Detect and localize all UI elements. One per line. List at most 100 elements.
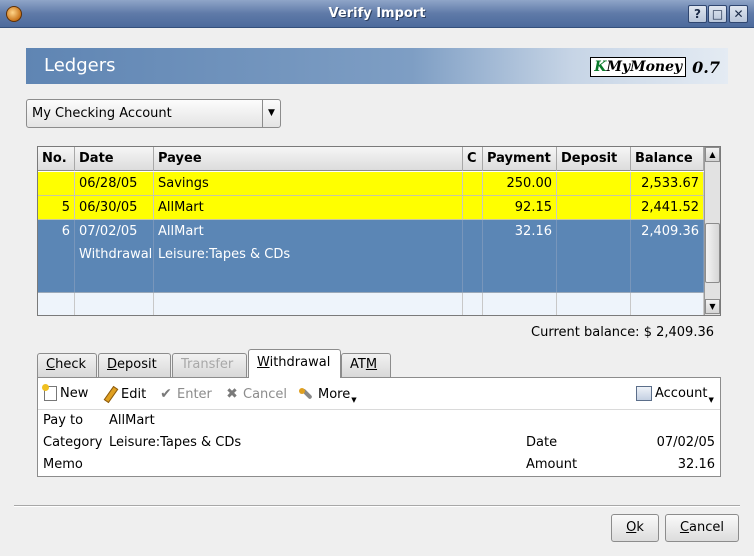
amount-label: Amount <box>526 457 578 472</box>
ok-button[interactable]: Ok <box>611 514 659 542</box>
memo-label: Memo <box>43 457 83 472</box>
title-bar: Verify Import ? □ ✕ <box>0 0 754 28</box>
tab-check-label: heck <box>55 357 86 372</box>
cell-payee: AllMart <box>154 196 463 219</box>
amount-field[interactable]: 32.16 <box>678 457 715 472</box>
column-header-cleared[interactable]: C <box>463 147 483 171</box>
account-select-value: My Checking Account <box>32 106 172 121</box>
edit-button[interactable]: Edit <box>102 386 146 402</box>
account-button[interactable]: Account ▼ <box>636 386 714 404</box>
help-button[interactable]: ? <box>688 5 707 23</box>
column-header-balance[interactable]: Balance <box>631 147 704 171</box>
cell-payment: 32.16 <box>483 220 557 292</box>
cell-no: 6 <box>38 220 75 292</box>
column-header-payment[interactable]: Payment <box>483 147 557 171</box>
cancel-edit-button-label: Cancel <box>243 386 288 402</box>
chevron-down-icon[interactable]: ▼ <box>262 100 280 127</box>
divider <box>14 505 740 507</box>
checkmark-icon: ✔ <box>160 386 172 402</box>
cell-date: 06/28/05 <box>75 172 154 195</box>
tab-deposit-mnemonic: D <box>107 357 118 372</box>
cell-date: 06/30/05 <box>75 196 154 219</box>
kmymoney-logo: KMyMoney 0.7 <box>590 56 720 78</box>
cell-empty <box>631 293 704 315</box>
tab-deposit[interactable]: Deposit <box>98 353 171 377</box>
ledger-icon <box>636 386 652 401</box>
table-row[interactable]: 5 06/30/05 AllMart 92.15 2,441.52 <box>38 196 704 220</box>
cell-type: Withdrawal <box>79 247 153 262</box>
scrollbar-thumb[interactable] <box>705 223 720 283</box>
ledger-table[interactable]: No. Date Payee C Payment Deposit Balance… <box>37 146 721 316</box>
tab-check-mnemonic: C <box>46 357 56 372</box>
cell-empty <box>154 293 463 315</box>
account-select[interactable]: My Checking Account ▼ <box>26 99 281 128</box>
tab-atm-mnemonic: M <box>365 357 378 372</box>
cell-payee-and-category: AllMart Leisure:Tapes & CDs <box>154 220 463 292</box>
tab-withdrawal-mnemonic: W <box>257 355 270 370</box>
scroll-up-icon[interactable]: ▲ <box>705 147 720 162</box>
cell-balance: 2,441.52 <box>631 196 704 219</box>
column-header-payee[interactable]: Payee <box>154 147 463 171</box>
tab-withdrawal[interactable]: Withdrawal <box>248 349 341 378</box>
cell-empty <box>557 293 631 315</box>
tab-transfer: Transfer <box>172 353 247 377</box>
cell-payment: 250.00 <box>483 172 557 195</box>
date-label: Date <box>526 435 558 450</box>
new-button-label: New <box>60 386 89 401</box>
cell-balance: 2,533.67 <box>631 172 704 195</box>
vertical-scrollbar[interactable]: ▲ ▼ <box>704 147 720 315</box>
maximize-button[interactable]: □ <box>708 5 727 23</box>
pencil-icon <box>102 386 118 402</box>
pay-to-field[interactable]: AllMart <box>109 413 155 428</box>
edit-button-label: Edit <box>121 386 147 402</box>
cell-payee: Savings <box>154 172 463 195</box>
cell-deposit <box>557 172 631 195</box>
cell-empty <box>463 293 483 315</box>
category-field[interactable]: Leisure:Tapes & CDs <box>109 435 241 450</box>
cell-date: 07/02/05 <box>79 224 138 239</box>
logo-k: K <box>594 59 607 75</box>
column-header-no[interactable]: No. <box>38 147 75 171</box>
table-row-empty[interactable] <box>38 292 704 315</box>
cancel-mnemonic: C <box>679 520 690 535</box>
cell-empty <box>38 293 75 315</box>
cancel-button[interactable]: Cancel <box>665 514 739 542</box>
more-button[interactable]: More ▼ <box>299 386 357 404</box>
new-document-icon <box>42 384 57 401</box>
cell-empty <box>75 293 154 315</box>
table-row[interactable]: 06/28/05 Savings 250.00 2,533.67 <box>38 172 704 196</box>
cell-cleared <box>463 172 483 195</box>
logo-box: KMyMoney <box>590 57 687 77</box>
memo-field[interactable] <box>109 457 509 473</box>
cell-payment: 92.15 <box>483 196 557 219</box>
column-header-date[interactable]: Date <box>75 147 154 171</box>
cancel-label: ancel <box>689 520 725 535</box>
column-header-deposit[interactable]: Deposit <box>557 147 631 171</box>
cell-deposit <box>557 196 631 219</box>
transaction-form: New Edit ✔ Enter ✖ Cancel More ▼ Account… <box>37 377 721 477</box>
cell-no: 5 <box>38 196 75 219</box>
close-icon: ✖ <box>226 386 238 402</box>
tab-atm-label: AT <box>350 357 366 372</box>
scroll-down-icon[interactable]: ▼ <box>705 299 720 314</box>
pay-to-label: Pay to <box>43 413 84 428</box>
close-button[interactable]: ✕ <box>729 5 748 23</box>
current-balance: Current balance: $ 2,409.36 <box>531 325 714 340</box>
tools-icon <box>299 386 315 402</box>
tab-transfer-label: Transfer <box>181 357 234 372</box>
transaction-toolbar: New Edit ✔ Enter ✖ Cancel More ▼ Account… <box>38 378 720 410</box>
ok-mnemonic: O <box>626 520 637 535</box>
table-row-selected[interactable]: 6 07/02/05 Withdrawal AllMart Leisure:Ta… <box>38 220 704 292</box>
tab-deposit-label: eposit <box>117 357 157 372</box>
cell-cleared <box>463 220 483 292</box>
cell-no <box>38 172 75 195</box>
banner-heading: Ledgers <box>44 55 116 76</box>
window-title: Verify Import <box>328 6 426 21</box>
tab-atm[interactable]: ATM <box>341 353 391 377</box>
enter-button: ✔ Enter <box>158 386 212 402</box>
new-button[interactable]: New <box>42 384 89 401</box>
ledger-header: No. Date Payee C Payment Deposit Balance <box>38 147 704 171</box>
date-field[interactable]: 07/02/05 <box>657 435 715 450</box>
tab-check[interactable]: Check <box>37 353 97 377</box>
ok-label: k <box>636 520 644 535</box>
